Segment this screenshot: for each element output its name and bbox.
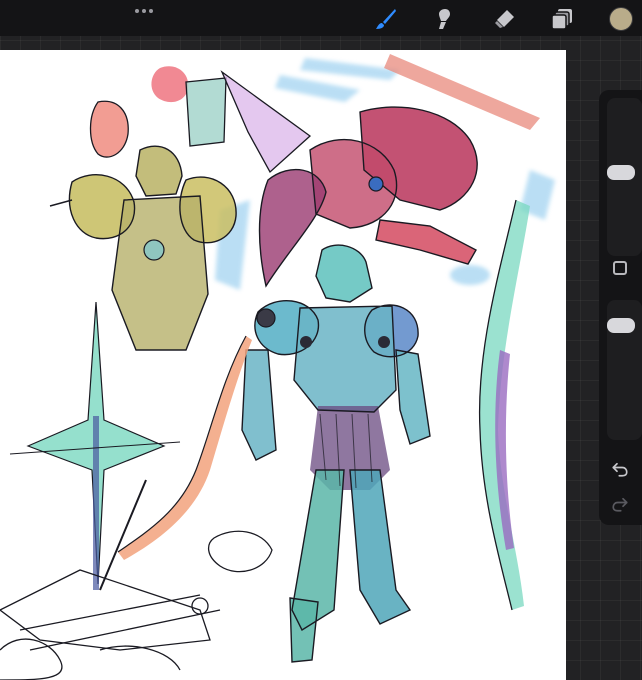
brush-opacity-handle[interactable] — [607, 318, 635, 333]
procreate-app — [0, 0, 642, 680]
sidebar — [599, 90, 642, 525]
more-options-icon[interactable] — [133, 6, 155, 16]
undo-button[interactable] — [609, 458, 631, 480]
brush-icon[interactable] — [373, 6, 399, 32]
ink-sketches-bottom — [0, 530, 273, 680]
undo-icon — [612, 462, 628, 477]
modify-button[interactable] — [610, 258, 630, 278]
smudge-icon[interactable] — [430, 6, 456, 32]
dot — [135, 9, 139, 13]
dot — [142, 9, 146, 13]
redo-button[interactable] — [609, 493, 631, 515]
brush-icon-glyph — [376, 9, 396, 29]
dot — [149, 9, 153, 13]
eraser-icon[interactable] — [491, 6, 517, 32]
teal-knight-figure — [241, 244, 431, 663]
brush-size-handle[interactable] — [607, 165, 635, 180]
smudge-icon-glyph — [439, 9, 450, 29]
layers-icon[interactable] — [549, 6, 575, 32]
drawing-canvas[interactable] — [0, 50, 566, 680]
eraser-icon-glyph — [495, 10, 514, 28]
layers-icon-glyph — [551, 9, 572, 30]
square-icon — [613, 261, 627, 275]
violet-tall-blade — [478, 199, 530, 611]
top-toolbar — [0, 0, 642, 36]
artwork — [0, 54, 555, 680]
brush-opacity-slider[interactable] — [607, 300, 642, 440]
current-color-swatch[interactable] — [609, 7, 633, 31]
brush-size-slider[interactable] — [607, 98, 642, 256]
olive-armor-figure — [49, 145, 237, 351]
redo-icon — [612, 497, 628, 512]
red-helmet-sketches — [89, 66, 312, 174]
